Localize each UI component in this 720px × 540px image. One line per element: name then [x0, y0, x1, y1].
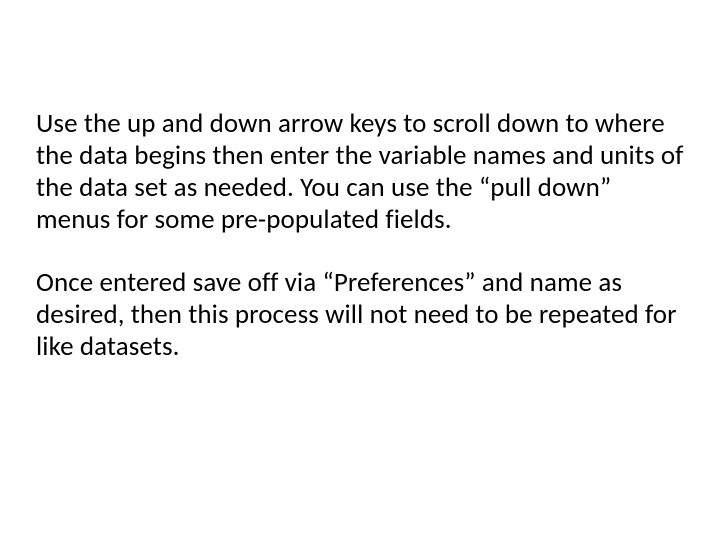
instruction-paragraph-1: Use the up and down arrow keys to scroll…	[36, 108, 684, 235]
instruction-paragraph-2: Once entered save off via “Preferences” …	[36, 267, 684, 363]
slide: Use the up and down arrow keys to scroll…	[0, 0, 720, 540]
